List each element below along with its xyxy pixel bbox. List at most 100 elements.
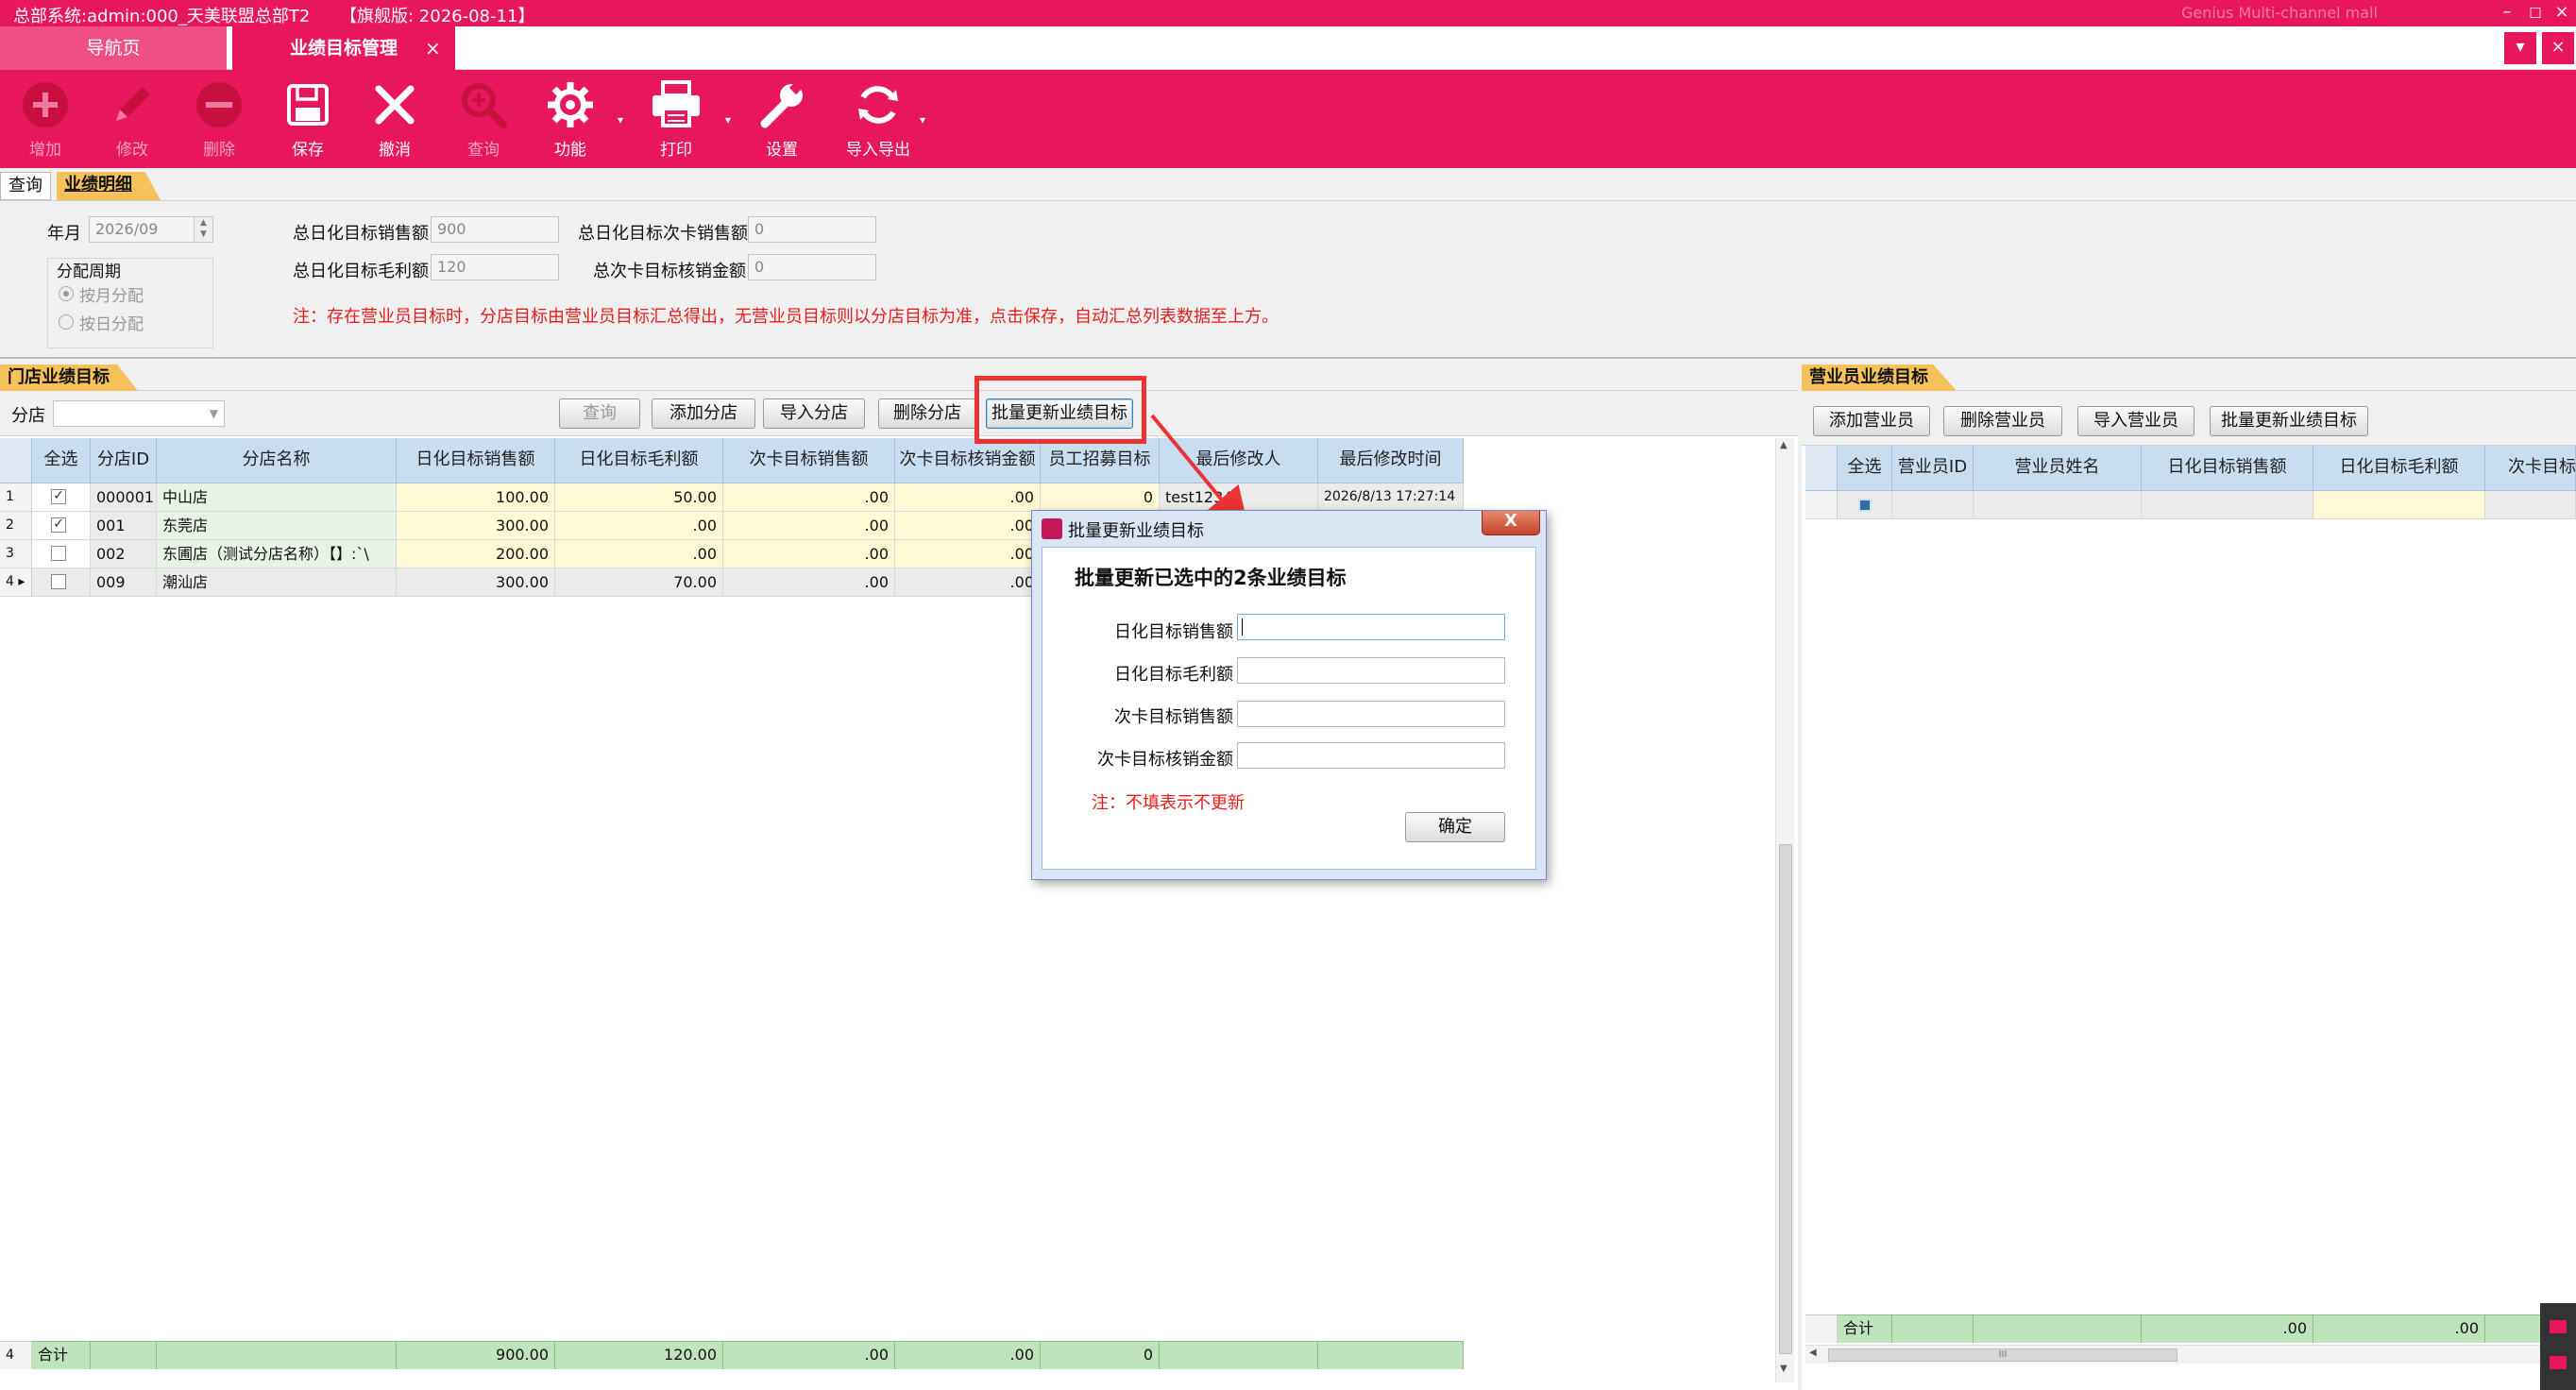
card-writeoff-cell[interactable]: .00 [895,483,1041,512]
store-grid-scrollbar[interactable]: ▲ ▼ [1775,438,1794,1382]
salesperson-batch-update-button[interactable]: 批量更新业绩目标 [2210,406,2368,436]
window-close-button[interactable]: × [2548,0,2576,26]
daily-sales-cell[interactable]: 300.00 [397,568,555,597]
card-sales-cell[interactable]: .00 [723,483,895,512]
col-card-sales[interactable]: 次卡目标销售额 [723,438,895,483]
close-all-tabs-icon[interactable]: × [2542,32,2574,64]
col-recruit-target[interactable]: 员工招募目标 [1041,438,1160,483]
folder-icon[interactable] [2550,1320,2567,1333]
daily-margin-cell[interactable]: 50.00 [555,483,723,512]
settings-button[interactable]: 设置 [744,77,820,160]
store-query-button[interactable]: 查询 [559,398,640,429]
scroll-thumb[interactable] [1779,844,1792,1354]
delete-store-button[interactable]: 删除分店 [878,398,976,429]
indeterminate-checkbox[interactable] [1858,499,1872,512]
col-salesperson-name[interactable]: 营业员姓名 [1974,446,2142,491]
store-id-cell: 009 [91,568,157,597]
year-month-input[interactable]: 2026/09 ▲ ▼ [89,216,213,243]
function-dropdown-icon[interactable]: ▾ [618,113,623,127]
card-sales-cell[interactable]: .00 [723,540,895,568]
daily-sales-total-input[interactable]: 900 [431,216,559,243]
card-sales-total-input[interactable]: 0 [748,216,876,243]
tab-navigation[interactable]: 导航页 [0,26,227,70]
col-store-name[interactable]: 分店名称 [157,438,397,483]
cancel-button[interactable]: 撤消 [357,77,432,160]
field-card-sales-input[interactable] [1237,701,1505,727]
save-button[interactable]: 保存 [270,77,346,160]
col-last-modified-time[interactable]: 最后修改时间 [1318,438,1464,483]
import-salesperson-button[interactable]: 导入营业员 [2077,406,2195,436]
daily-margin-cell[interactable]: .00 [555,512,723,540]
row-checkbox[interactable] [51,574,66,589]
tab-query[interactable]: 查询 [0,172,51,200]
add-store-button[interactable]: 添加分店 [652,398,755,429]
daily-margin-cell[interactable] [2313,491,2485,519]
card-writeoff-total-input[interactable]: 0 [748,254,876,280]
flag-icon[interactable] [2550,1356,2567,1369]
col-salesperson-id[interactable]: 营业员ID [1892,446,1974,491]
col-daily-sales[interactable]: 日化目标销售额 [397,438,555,483]
col-daily-margin[interactable]: 日化目标毛利额 [555,438,723,483]
delete-button[interactable]: 删除 [181,77,257,160]
daily-sales-cell[interactable]: 100.00 [397,483,555,512]
daily-sales-cell[interactable]: 200.00 [397,540,555,568]
maximize-button[interactable]: □ [2521,0,2550,26]
by-month-radio[interactable] [59,286,74,301]
daily-sales-cell[interactable] [2142,491,2313,519]
card-writeoff-cell[interactable]: .00 [895,540,1041,568]
col-card-target[interactable]: 次卡目标 [2485,446,2576,491]
year-month-value: 2026/09 [95,220,159,238]
card-sales-cell[interactable]: .00 [723,568,895,597]
minimize-button[interactable]: – [2493,0,2521,26]
card-sales-cell[interactable]: .00 [723,512,895,540]
query-button[interactable]: 查询 [446,77,521,160]
scroll-up-icon[interactable]: ▲ [1780,440,1788,450]
field-daily-margin-input[interactable] [1237,657,1505,684]
row-checkbox[interactable] [51,546,66,561]
tab-close-icon[interactable]: × [425,26,449,70]
table-row[interactable]: 1 ✓ 000001 中山店 100.00 50.00 .00 .00 0 te… [0,483,1464,512]
card-writeoff-cell[interactable]: .00 [895,568,1041,597]
col-last-modifier[interactable]: 最后修改人 [1160,438,1318,483]
col-select-all[interactable]: 全选 [1838,446,1892,491]
import-export-dropdown-icon[interactable]: ▾ [920,113,925,127]
h-scroll-thumb[interactable]: III [1828,1348,2178,1362]
col-select-all[interactable]: 全选 [32,438,91,483]
row-checkbox[interactable]: ✓ [51,517,66,533]
daily-margin-total-input[interactable]: 120 [431,254,559,280]
daily-margin-cell[interactable]: 70.00 [555,568,723,597]
col-store-id[interactable]: 分店ID [91,438,157,483]
col-daily-margin[interactable]: 日化目标毛利额 [2313,446,2485,491]
horizontal-scrollbar[interactable]: ◀ III [1805,1345,2576,1364]
tab-performance-detail[interactable]: 业绩明细 [57,172,161,200]
tab-dropdown-icon[interactable]: ▾ [2504,32,2536,64]
col-card-writeoff[interactable]: 次卡目标核销金额 [895,438,1041,483]
field-daily-sales-input[interactable] [1237,614,1505,640]
function-button[interactable]: 功能 [533,77,608,160]
by-month-label: 按月分配 [79,287,144,306]
daily-margin-cell[interactable]: .00 [555,540,723,568]
add-salesperson-button[interactable]: 添加营业员 [1813,406,1930,436]
dialog-close-button[interactable]: X [1482,511,1540,535]
add-button[interactable]: 增加 [8,77,83,160]
row-checkbox[interactable]: ✓ [51,489,66,504]
delete-salesperson-button[interactable]: 删除营业员 [1943,406,2062,436]
by-day-radio[interactable] [59,314,74,330]
daily-sales-cell[interactable]: 300.00 [397,512,555,540]
store-filter-select[interactable]: ▼ [53,400,225,427]
scroll-left-icon[interactable]: ◀ [1809,1348,1817,1358]
recruit-target-cell[interactable]: 0 [1041,483,1160,512]
card-target-cell[interactable] [2485,491,2576,519]
print-button[interactable]: 打印 [638,77,714,160]
edit-button[interactable]: 修改 [94,77,170,160]
card-writeoff-cell[interactable]: .00 [895,512,1041,540]
print-dropdown-icon[interactable]: ▾ [725,113,731,127]
import-store-button[interactable]: 导入分店 [763,398,865,429]
tab-performance-target[interactable]: 业绩目标管理 [232,26,455,70]
field-card-writeoff-input[interactable] [1237,742,1505,769]
scroll-down-icon[interactable]: ▼ [1780,1364,1788,1374]
import-export-button[interactable]: 导入导出 [833,77,924,160]
dialog-ok-button[interactable]: 确定 [1405,812,1505,842]
table-row[interactable] [1805,491,2576,519]
col-daily-sales[interactable]: 日化目标销售额 [2142,446,2313,491]
